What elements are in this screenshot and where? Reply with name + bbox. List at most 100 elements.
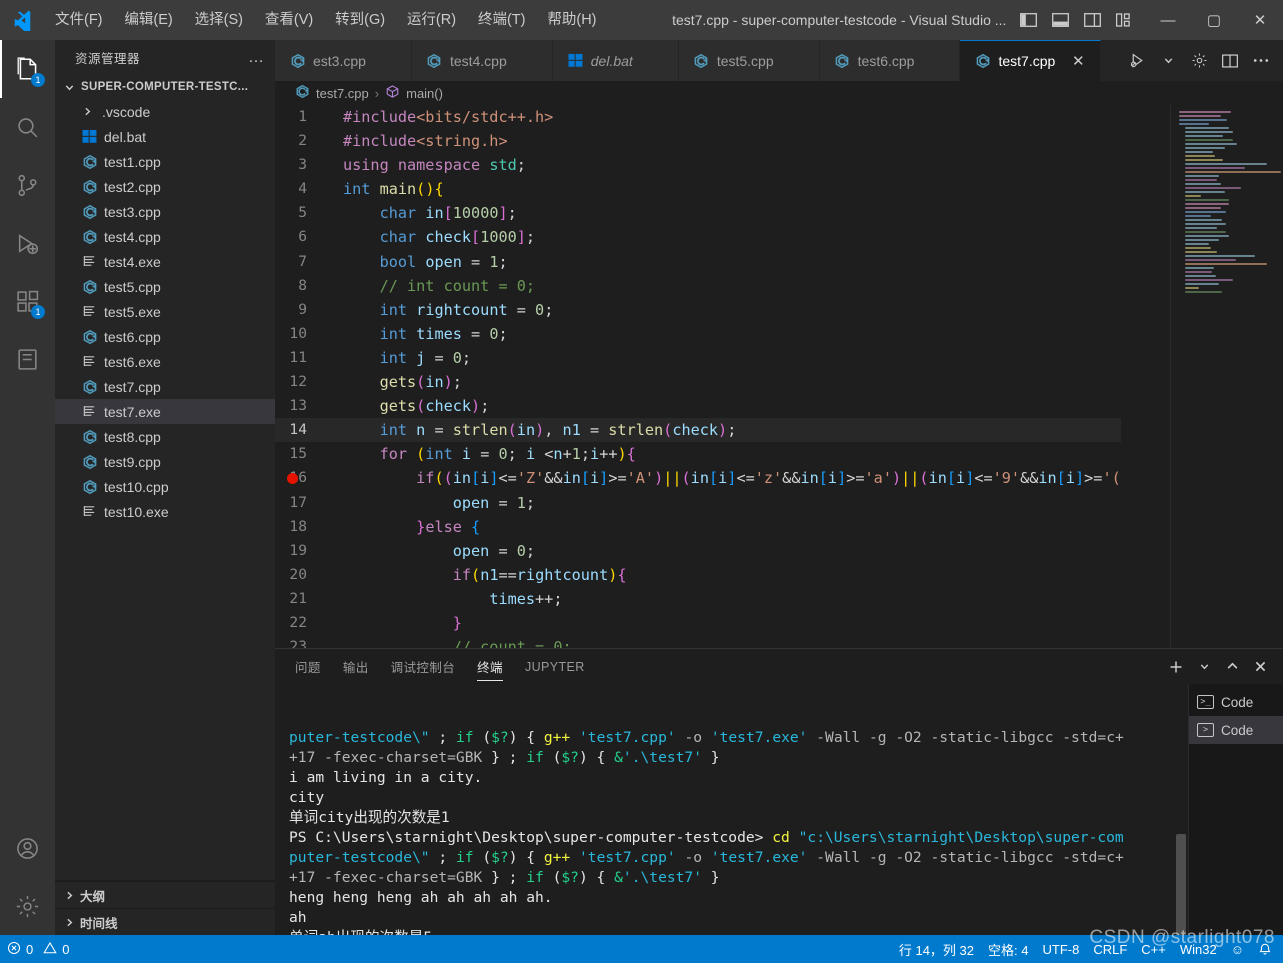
editor-tab[interactable]: test4.cpp✕ <box>411 40 553 81</box>
panel-tab[interactable]: 调试控制台 <box>391 649 456 684</box>
menu-edit[interactable]: 编辑(E) <box>115 12 181 28</box>
breadcrumb-file[interactable]: test7.cpp <box>316 86 369 101</box>
panel-tab-bar[interactable]: 问题 输出 调试控制台 终端 JUPYTER <box>275 649 1283 684</box>
customize-layout-icon[interactable] <box>1109 5 1139 35</box>
code-line[interactable]: 11 int j = 0; <box>275 346 1121 370</box>
status-feedback-icon[interactable]: ☺ <box>1224 935 1251 963</box>
code-line[interactable]: 7 bool open = 1; <box>275 250 1121 274</box>
file-tree-item[interactable]: test6.exe <box>55 349 275 374</box>
file-tree-item[interactable]: test1.cpp <box>55 149 275 174</box>
file-tree-item[interactable]: test7.exe <box>55 399 275 424</box>
settings-gear-icon[interactable] <box>1185 46 1213 76</box>
terminal-scrollbar[interactable] <box>1176 834 1186 935</box>
activitybar-item-run-and-debug[interactable] <box>0 214 55 272</box>
layout-controls[interactable] <box>1013 5 1145 35</box>
code-line[interactable]: 10 int times = 0; <box>275 322 1121 346</box>
menu-selection[interactable]: 选择(S) <box>186 12 252 28</box>
code-line[interactable]: 2 #include<string.h> <box>275 129 1121 153</box>
status-problems[interactable]: 0 0 <box>0 935 76 963</box>
file-tree-item[interactable]: test7.cpp <box>55 374 275 399</box>
minimap[interactable] <box>1171 105 1283 648</box>
code-line[interactable]: 17 open = 1; <box>275 491 1121 515</box>
status-encoding[interactable]: UTF-8 <box>1035 935 1086 963</box>
code-line[interactable]: 15 for (int i = 0; i <n+1;i++){ <box>275 442 1121 466</box>
editor-toolbar[interactable] <box>1123 40 1283 81</box>
file-tree-item[interactable]: test10.exe <box>55 499 275 524</box>
panel-tab[interactable]: JUPYTER <box>525 649 585 684</box>
toggle-secondary-sidebar-icon[interactable] <box>1077 5 1107 35</box>
activitybar-item-source-control[interactable] <box>0 156 55 214</box>
code-lines[interactable]: 1 #include<bits/stdc++.h> 2 #include<string… <box>275 105 1121 648</box>
file-tree-item[interactable]: del.bat <box>55 124 275 149</box>
sidebar-more-actions-icon[interactable]: … <box>248 49 265 67</box>
code-line[interactable]: 14 int n = strlen(in), n1 = strlen(check… <box>275 418 1121 443</box>
activitybar-item-extensions[interactable]: 1 <box>0 272 55 330</box>
sidebar-section-outline[interactable]: 大纲 <box>55 881 275 908</box>
code-line[interactable]: 12 gets(in); <box>275 370 1121 394</box>
editor-tab[interactable]: del.bat✕ <box>552 40 679 81</box>
file-tree-item[interactable]: test3.cpp <box>55 199 275 224</box>
editor-tab-bar[interactable]: est3.cpp✕test4.cpp✕del.bat✕test5.cpp✕tes… <box>275 40 1283 81</box>
code-line[interactable]: 9 int rightcount = 0; <box>275 298 1121 322</box>
code-line[interactable]: 21 times++; <box>275 587 1121 611</box>
activitybar-item-accounts[interactable] <box>0 819 55 877</box>
menu-file[interactable]: 文件(F) <box>46 12 112 28</box>
file-tree-item[interactable]: test2.cpp <box>55 174 275 199</box>
menu-bar[interactable]: 文件(F) 编辑(E) 选择(S) 查看(V) 转到(G) 运行(R) 终端(T… <box>46 0 606 40</box>
status-eol[interactable]: CRLF <box>1086 935 1134 963</box>
code-line[interactable]: 4 int main(){ <box>275 177 1121 201</box>
code-line[interactable]: 5 char in[10000]; <box>275 201 1121 225</box>
window-close-button[interactable]: ✕ <box>1237 0 1283 40</box>
file-tree[interactable]: .vscode del.bat test1.cpp test2.cpp test3.cp… <box>55 99 275 880</box>
status-cursor-position[interactable]: 行 14，列 32 <box>892 935 981 963</box>
breadcrumb-symbol[interactable]: main() <box>406 86 443 101</box>
terminal-output[interactable]: puter-testcode\" ; if ($?) { g++ 'test7.… <box>275 684 1188 935</box>
editor-tab[interactable]: test7.cpp ✕ <box>960 40 1102 81</box>
file-tree-item[interactable]: test4.exe <box>55 249 275 274</box>
activitybar-item-search[interactable] <box>0 98 55 156</box>
chevron-down-icon[interactable] <box>1154 46 1182 76</box>
code-line[interactable]: 19 open = 0; <box>275 539 1121 563</box>
code-line[interactable]: 1 #include<bits/stdc++.h> <box>275 105 1121 129</box>
more-actions-icon[interactable] <box>1247 46 1275 76</box>
editor-tab-close-icon[interactable]: ✕ <box>1070 52 1086 70</box>
code-line[interactable]: 23 // count = 0; <box>275 635 1121 648</box>
run-or-debug-icon[interactable] <box>1123 46 1151 76</box>
activitybar-item-test-explorer[interactable] <box>0 330 55 388</box>
file-tree-item[interactable]: test8.cpp <box>55 424 275 449</box>
code-line[interactable]: 16 if((in[i]<='Z'&&in[i]>='A')||(in[i]<=… <box>275 466 1121 490</box>
activitybar-item-explorer[interactable]: 1 <box>0 40 55 98</box>
new-terminal-icon[interactable] <box>1163 654 1189 680</box>
file-tree-item[interactable]: test6.cpp <box>55 324 275 349</box>
close-panel-icon[interactable] <box>1247 654 1273 680</box>
code-line[interactable]: 3 using namespace std; <box>275 153 1121 177</box>
menu-go[interactable]: 转到(G) <box>326 12 394 28</box>
file-tree-item[interactable]: test4.cpp <box>55 224 275 249</box>
menu-help[interactable]: 帮助(H) <box>538 12 605 28</box>
panel-actions[interactable] <box>1163 654 1283 680</box>
file-tree-item[interactable]: test9.cpp <box>55 449 275 474</box>
panel-tab[interactable]: 终端 <box>477 649 503 684</box>
status-platform[interactable]: Win32 <box>1173 935 1224 963</box>
code-line[interactable]: 22 } <box>275 611 1121 635</box>
code-line[interactable]: 6 char check[1000]; <box>275 225 1121 249</box>
menu-terminal[interactable]: 终端(T) <box>469 12 535 28</box>
panel-tab[interactable]: 输出 <box>343 649 369 684</box>
code-line[interactable]: 20 if(n1==rightcount){ <box>275 563 1121 587</box>
terminal-instance[interactable]: >_ Code <box>1189 688 1283 716</box>
chevron-down-icon[interactable] <box>1191 654 1217 680</box>
editor-tab[interactable]: est3.cpp✕ <box>275 40 412 81</box>
breakpoint-marker[interactable] <box>287 472 298 484</box>
menu-view[interactable]: 查看(V) <box>256 12 322 28</box>
file-tree-item[interactable]: test10.cpp <box>55 474 275 499</box>
editor-tab[interactable]: test5.cpp✕ <box>678 40 820 81</box>
terminal-instance-list[interactable]: >_ Code > Code <box>1188 684 1283 935</box>
panel-tab[interactable]: 问题 <box>295 649 321 684</box>
breadcrumb[interactable]: test7.cpp › main() <box>275 81 1283 105</box>
editor-tab[interactable]: test6.cpp✕ <box>819 40 961 81</box>
file-tree-item[interactable]: test5.exe <box>55 299 275 324</box>
activitybar-item-manage-settings[interactable] <box>0 877 55 935</box>
code-line[interactable]: 8 // int count = 0; <box>275 274 1121 298</box>
code-line[interactable]: 13 gets(check); <box>275 394 1121 418</box>
maximize-panel-icon[interactable] <box>1219 654 1245 680</box>
